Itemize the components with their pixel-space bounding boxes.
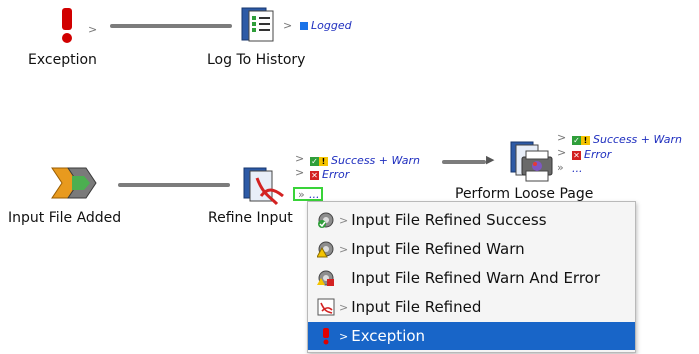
check-badge-icon: ✓ (310, 156, 319, 166)
error-badge-icon: ✕ (572, 150, 581, 160)
submenu-arrow-icon: > (339, 329, 349, 343)
logged-square-icon (300, 22, 308, 30)
refine-input-label: Refine Input (208, 210, 293, 226)
submenu-arrow-icon: > (339, 213, 349, 227)
menu-item-refined-success[interactable]: > Input File Refined Success (308, 206, 635, 234)
perform-loose-page-icon (510, 141, 553, 182)
output-success-warn[interactable]: ✓! Success + Warn (310, 155, 420, 166)
output-arrow-icon: > (557, 146, 567, 159)
output-more-selected[interactable]: » ... (293, 187, 323, 201)
connector-line (118, 183, 230, 187)
refined-success-icon (318, 212, 334, 228)
input-file-added-icon (51, 167, 97, 199)
warning-badge-icon: ! (319, 156, 328, 166)
submenu-arrow-icon: > (339, 300, 349, 314)
output-arrow-icon: > (283, 19, 293, 32)
output-arrow-icon: > (88, 23, 98, 36)
check-badge-icon: ✓ (572, 135, 581, 145)
menu-item-refined-warn-and-error[interactable]: > Input File Refined Warn And Error (308, 264, 635, 292)
output-arrow-icon: > (557, 131, 567, 144)
output-error[interactable]: ✕ Error (310, 169, 349, 180)
connector-arrowhead-icon: ▶ (486, 153, 495, 166)
output-success-warn-2[interactable]: ✓! Success + Warn (572, 134, 682, 145)
error-badge-icon: ✕ (310, 170, 319, 180)
double-arrow-icon: » (298, 188, 305, 201)
log-history-icon (241, 7, 274, 42)
refined-pdf-icon (317, 298, 335, 316)
output-error-2[interactable]: ✕ Error (572, 149, 611, 160)
log-to-history-label: Log To History (207, 52, 306, 68)
output-arrow-icon: > (295, 152, 305, 165)
context-menu: > Input File Refined Success > Input Fil… (307, 201, 636, 353)
menu-item-exception[interactable]: > Exception (308, 322, 635, 350)
exception-node-label: Exception (28, 52, 97, 68)
refine-input-icon (243, 167, 284, 206)
output-logged[interactable]: Logged (300, 20, 352, 31)
warning-badge-icon: ! (581, 135, 590, 145)
input-file-added-node[interactable] (50, 166, 100, 206)
refined-warn-error-icon (317, 270, 334, 286)
output-arrow-icon: > (295, 166, 305, 179)
refined-warn-icon (317, 241, 334, 258)
exclamation-icon (323, 328, 329, 345)
exclamation-icon (62, 8, 72, 43)
input-file-added-label: Input File Added (8, 210, 122, 226)
connector-line (110, 24, 232, 28)
submenu-arrow-icon: > (339, 242, 349, 256)
menu-item-refined-warn[interactable]: > Input File Refined Warn (308, 235, 635, 263)
perform-loose-page-node[interactable] (510, 141, 560, 183)
output-more-2[interactable]: ... (572, 163, 583, 174)
menu-item-refined[interactable]: > Input File Refined (308, 293, 635, 321)
double-arrow-icon: » (557, 161, 564, 174)
refine-input-node[interactable] (243, 166, 293, 206)
connector-line (442, 160, 486, 164)
log-to-history-node[interactable] (241, 4, 281, 44)
perform-loose-page-label: Perform Loose Page (455, 186, 594, 202)
